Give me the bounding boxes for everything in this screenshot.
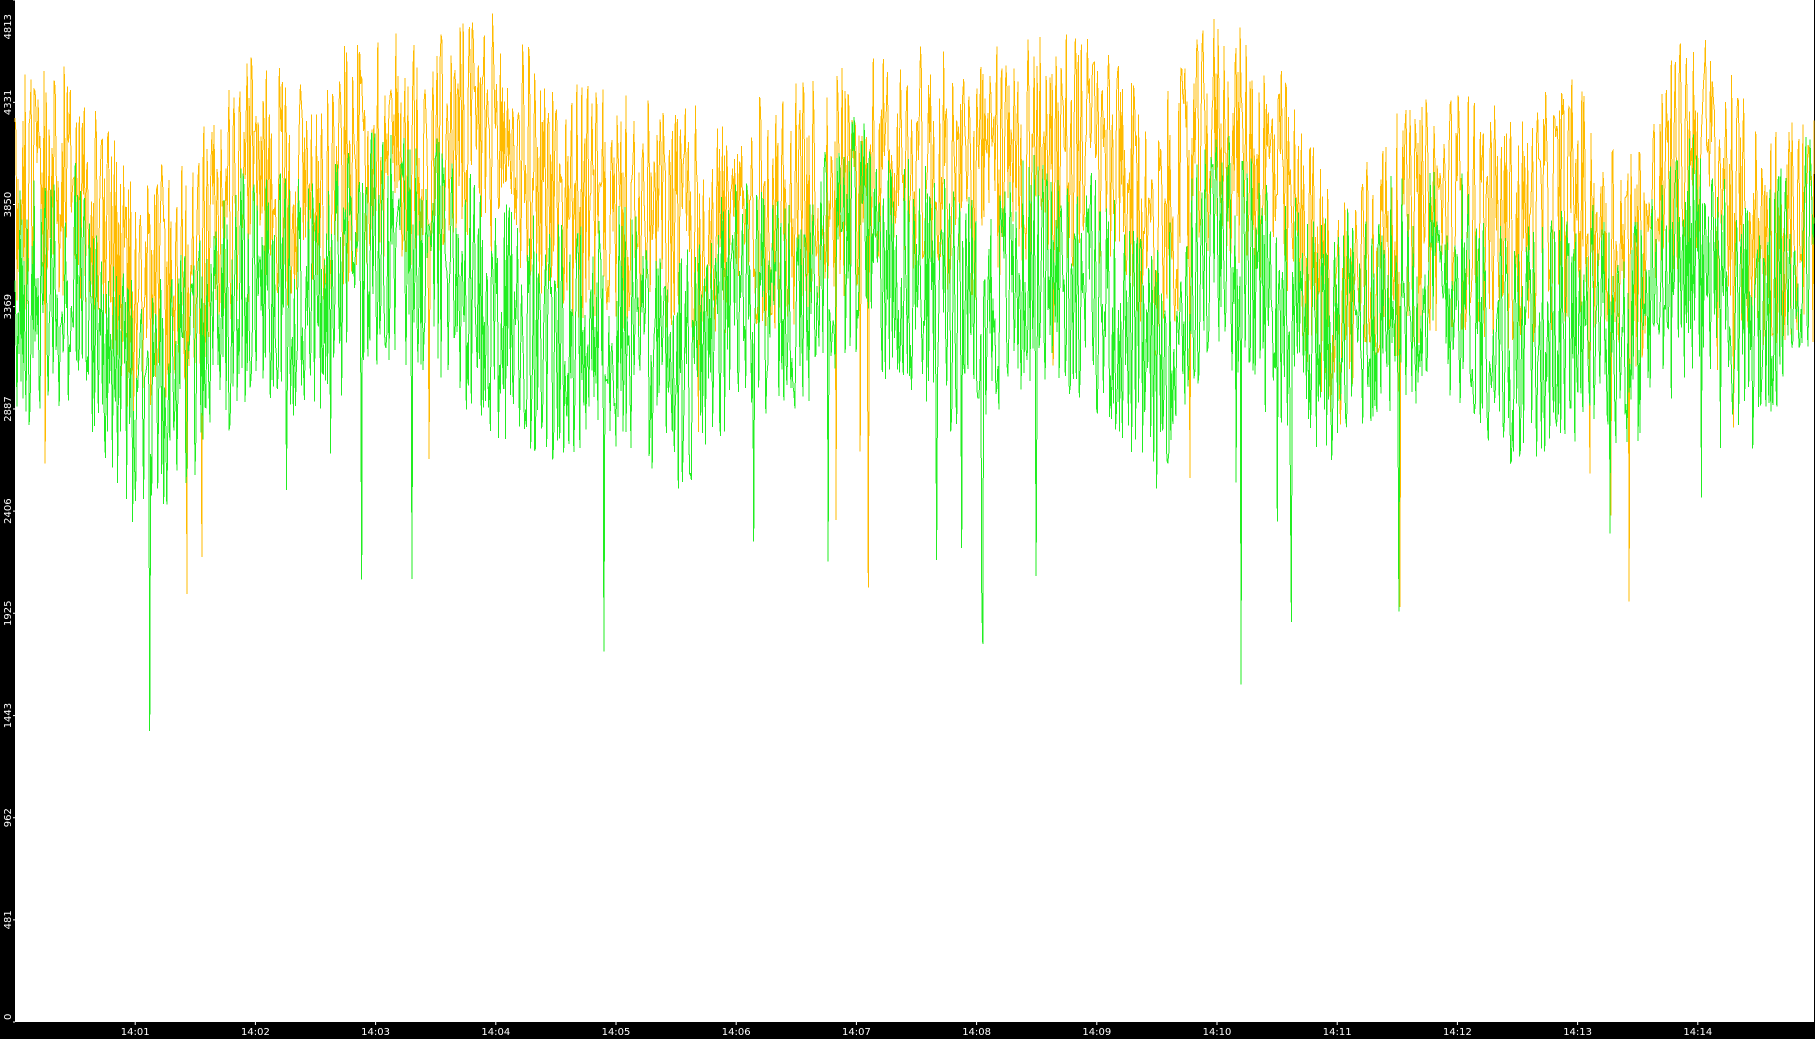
x-tick-label: 14:08 xyxy=(962,1027,991,1038)
y-tick-label: 0 xyxy=(3,1014,14,1020)
y-tick-label: 2406 xyxy=(3,498,14,523)
x-tick-label: 14:06 xyxy=(722,1027,751,1038)
x-tick-label: 14:02 xyxy=(241,1027,270,1038)
y-tick-label: 962 xyxy=(3,808,14,827)
x-tick-label: 14:01 xyxy=(121,1027,150,1038)
x-tick-label: 14:10 xyxy=(1203,1027,1232,1038)
chart-canvas: 048196214431925240628873369385043314813 … xyxy=(0,0,1815,1039)
y-tick-label: 1925 xyxy=(3,601,14,626)
x-tick-label: 14:09 xyxy=(1082,1027,1111,1038)
x-tick-label: 14:04 xyxy=(481,1027,510,1038)
y-tick-label: 3850 xyxy=(3,192,14,217)
y-tick-label: 4813 xyxy=(3,14,14,39)
x-tick-label: 14:14 xyxy=(1683,1027,1712,1038)
x-tick-label: 14:11 xyxy=(1323,1027,1352,1038)
x-tick-label: 14:13 xyxy=(1563,1027,1592,1038)
y-tick-label: 2887 xyxy=(3,396,14,421)
chart: 0 481 962 1443 1925 2406 2887 3369 3850 4331 4813 … xyxy=(0,0,1815,1039)
x-tick-label: 14:07 xyxy=(842,1027,871,1038)
x-tick-label: 14:12 xyxy=(1443,1027,1472,1038)
x-tick-label: 14:03 xyxy=(361,1027,390,1038)
y-tick-label: 4331 xyxy=(3,90,14,115)
y-tick-label: 3369 xyxy=(3,294,14,319)
y-tick-label: 1443 xyxy=(3,703,14,728)
y-tick-label: 481 xyxy=(3,910,14,929)
x-tick-label: 14:05 xyxy=(602,1027,631,1038)
